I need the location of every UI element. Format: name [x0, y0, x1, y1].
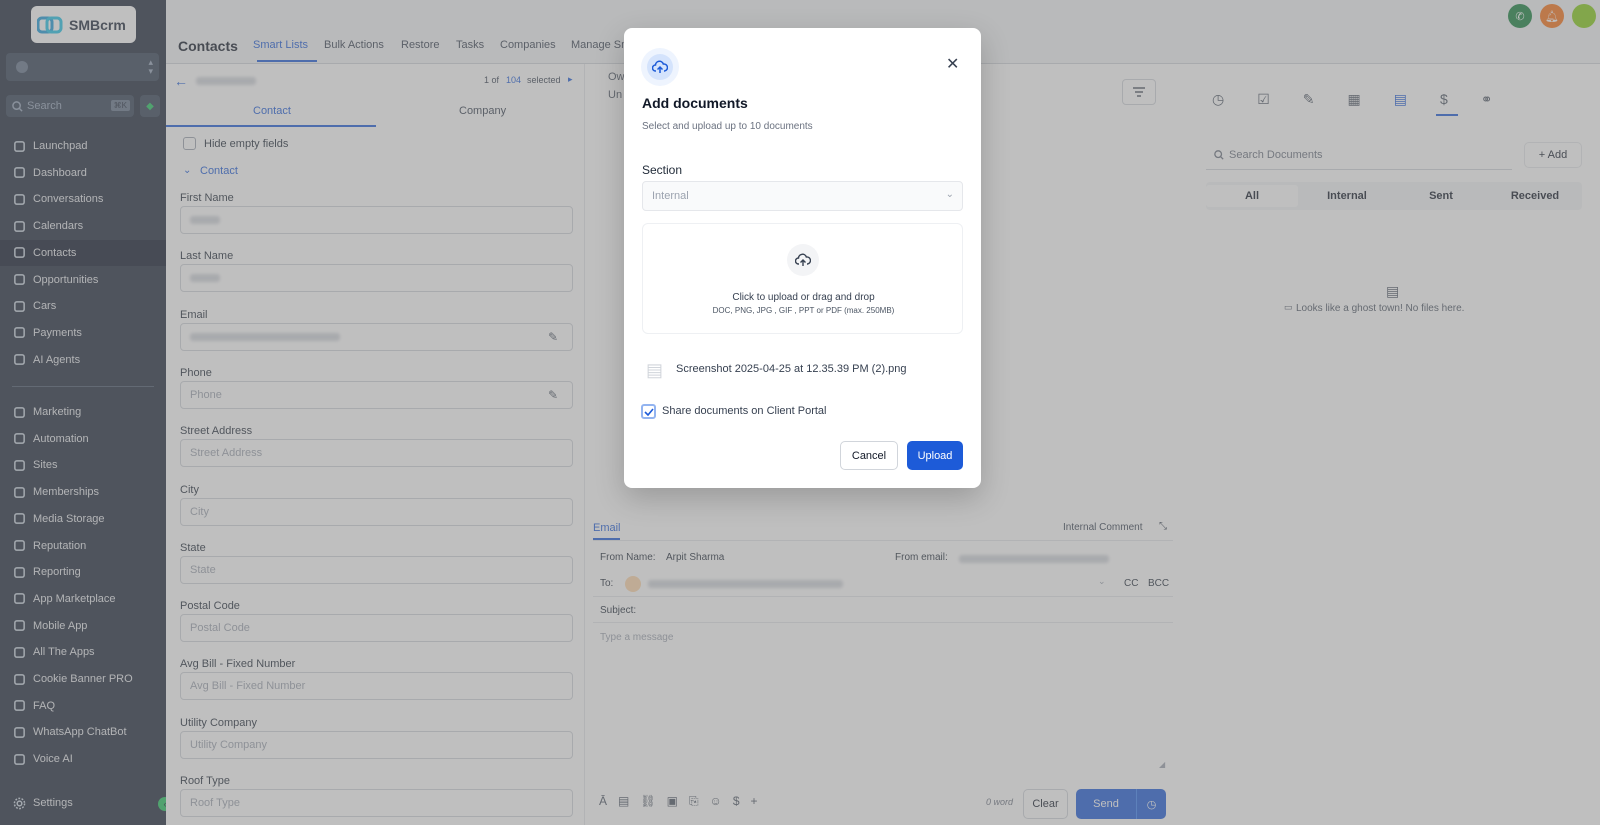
close-icon[interactable]: ✕ [946, 54, 959, 74]
modal-subtitle: Select and upload up to 10 documents [642, 121, 813, 132]
file-icon: ▤ [646, 360, 664, 380]
uploaded-file-name: Screenshot 2025-04-25 at 12.35.39 PM (2)… [676, 363, 907, 375]
share-portal-label: Share documents on Client Portal [662, 405, 827, 417]
upload-cloud-icon [787, 244, 819, 276]
add-documents-modal: ✕ Add documents Select and upload up to … [624, 28, 981, 488]
chevron-down-icon: ⌄ [945, 189, 954, 200]
share-portal-checkbox[interactable] [641, 404, 656, 419]
upload-button[interactable]: Upload [907, 441, 963, 470]
dropzone-title: Click to upload or drag and drop [732, 292, 875, 303]
section-select-value: Internal [652, 190, 689, 202]
upload-icon-badge [641, 48, 679, 86]
modal-title: Add documents [642, 95, 748, 111]
dropzone-formats: DOC, PNG, JPG , GIF , PPT or PDF (max. 2… [712, 306, 895, 315]
section-select[interactable]: Internal ⌄ [642, 181, 963, 211]
section-label: Section [642, 163, 683, 177]
cancel-button[interactable]: Cancel [840, 441, 898, 470]
upload-cloud-icon [647, 54, 673, 80]
upload-dropzone[interactable]: Click to upload or drag and drop DOC, PN… [642, 223, 963, 334]
